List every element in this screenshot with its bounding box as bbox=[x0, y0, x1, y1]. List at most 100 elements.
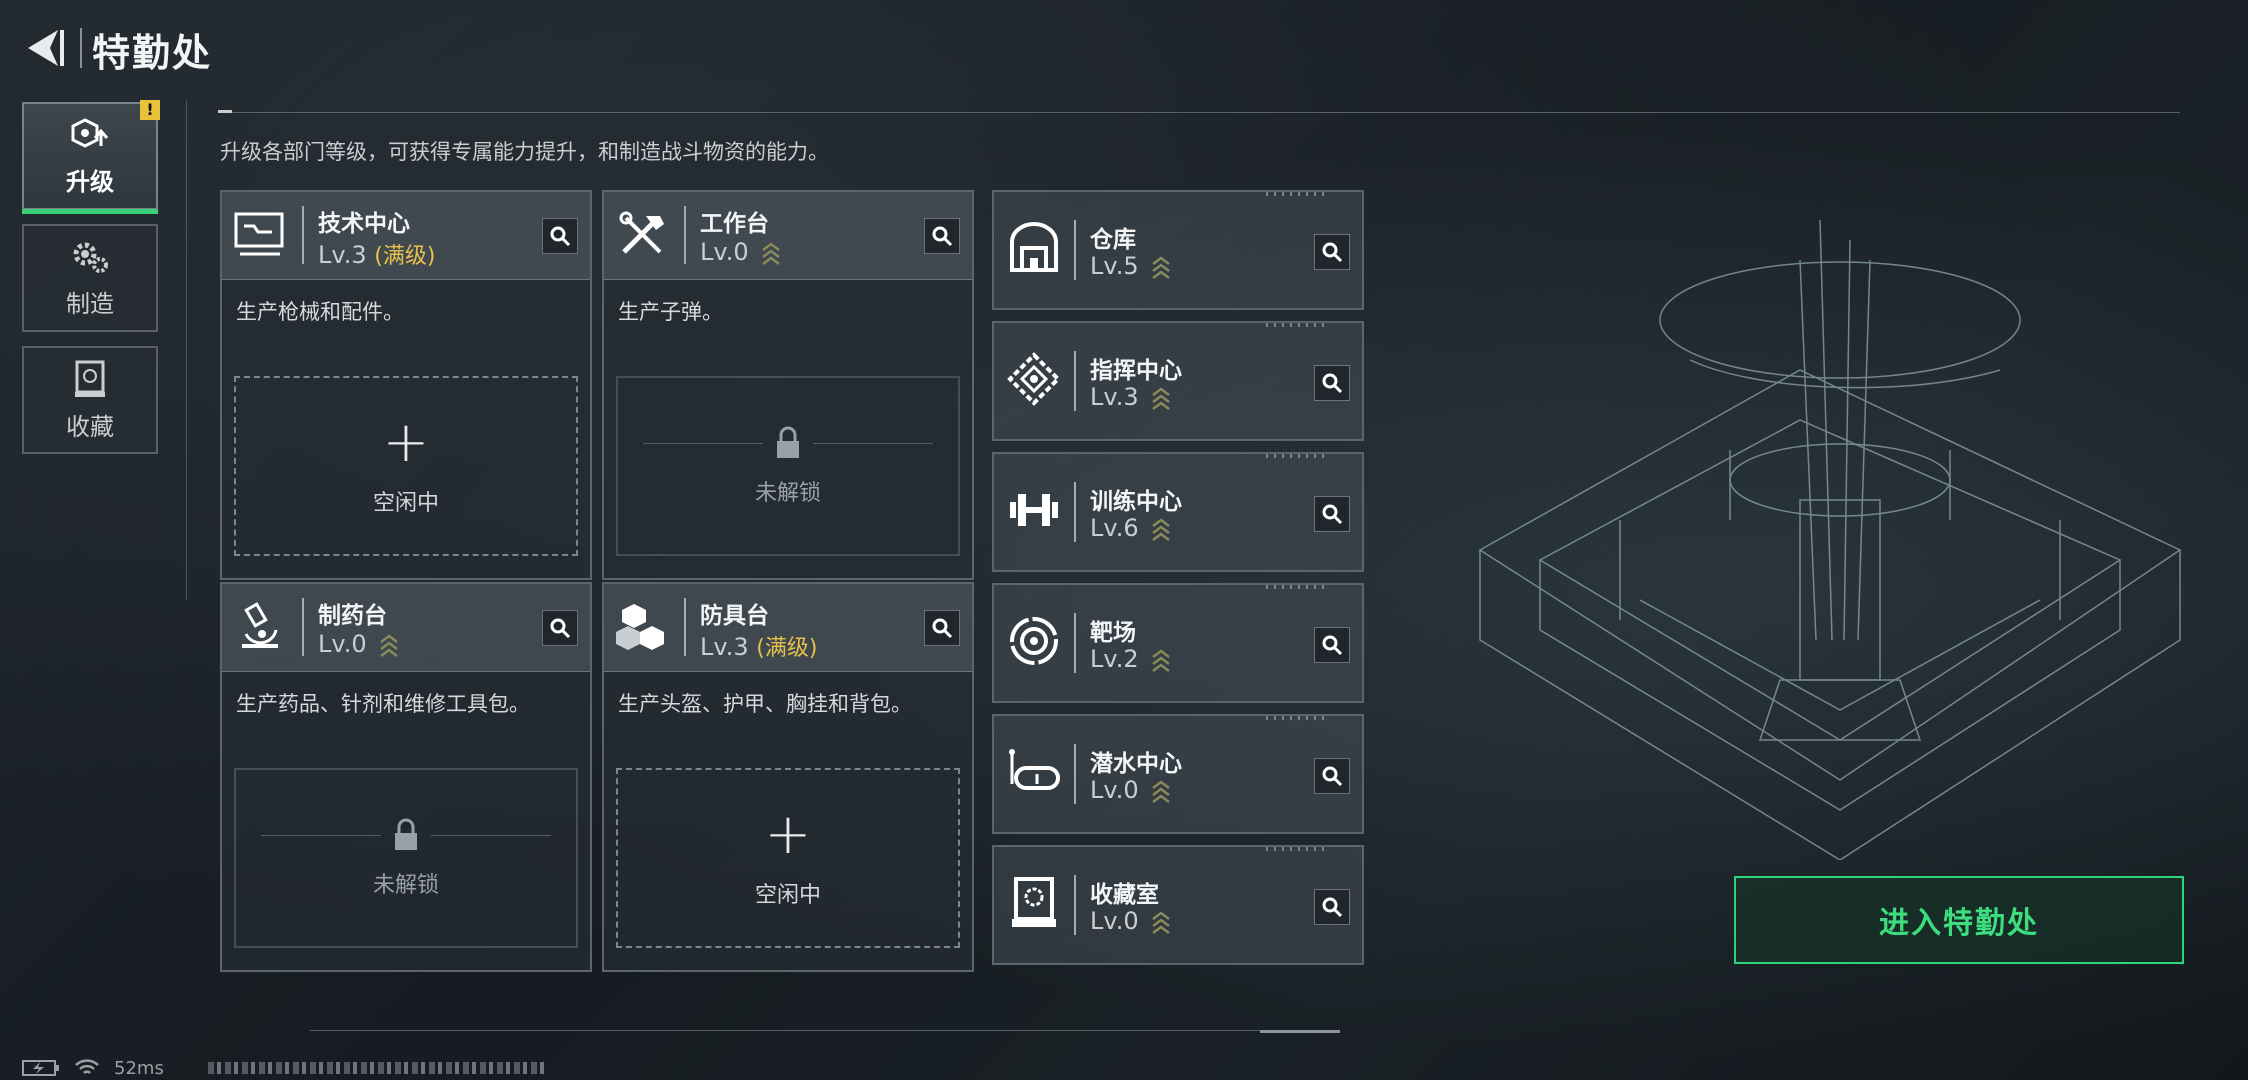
upgrade-chevron-icon bbox=[1152, 387, 1170, 410]
facility-card-collection-room[interactable]: 收藏室 Lv.0 bbox=[992, 845, 1364, 965]
inspect-button[interactable] bbox=[1314, 627, 1350, 663]
back-arrow-icon bbox=[28, 30, 64, 66]
tab-craft[interactable]: 制造 bbox=[22, 224, 158, 332]
slot-status: 空闲中 bbox=[372, 491, 439, 516]
department-card-armor-bench[interactable]: 防具台 Lv.3 (满级) 生产头盔、护甲、胸挂和背包。 + 空闲中 bbox=[602, 582, 974, 972]
department-name: 工作台 bbox=[700, 211, 769, 237]
department-card-workbench[interactable]: 工作台 Lv.0 生产子弹。 未解锁 bbox=[602, 190, 974, 580]
facility-name: 指挥中心 bbox=[1090, 358, 1182, 384]
facility-card-training-center[interactable]: 训练中心 Lv.6 bbox=[992, 452, 1364, 572]
inspect-button[interactable] bbox=[924, 218, 960, 254]
department-level: Lv.0 bbox=[700, 238, 782, 266]
department-card-pharmacy[interactable]: 制药台 Lv.0 生产药品、针剂和维修工具包。 未解锁 bbox=[220, 582, 592, 972]
collection-case-icon bbox=[75, 360, 105, 397]
microscope-icon bbox=[242, 602, 278, 648]
facility-name: 训练中心 bbox=[1090, 489, 1182, 515]
level-value: Lv.3 bbox=[700, 633, 749, 661]
dumbbell-icon bbox=[1010, 494, 1058, 526]
upgrade-chevron-icon bbox=[1152, 256, 1170, 279]
production-slot: 未解锁 bbox=[234, 768, 578, 948]
card-divider bbox=[302, 206, 304, 264]
department-level: Lv.0 bbox=[318, 630, 400, 658]
inspect-button[interactable] bbox=[1314, 234, 1350, 270]
wifi-icon bbox=[75, 1059, 99, 1074]
facility-level: Lv.5 bbox=[1090, 252, 1172, 280]
plus-icon: + bbox=[382, 410, 430, 475]
facility-level: Lv.3 bbox=[1090, 383, 1172, 411]
inspect-button[interactable] bbox=[1314, 889, 1350, 925]
card-divider bbox=[684, 206, 686, 264]
magnifier-icon bbox=[550, 618, 571, 639]
production-slot[interactable]: + 空闲中 bbox=[234, 376, 578, 556]
department-name: 防具台 bbox=[700, 603, 769, 629]
level-value: Lv.3 bbox=[1090, 383, 1139, 411]
lock-icon bbox=[777, 426, 799, 458]
inspect-button[interactable] bbox=[1314, 365, 1350, 401]
inspect-button[interactable] bbox=[924, 610, 960, 646]
department-description: 生产子弹。 bbox=[618, 300, 723, 324]
enter-button-label: 进入特勤处 bbox=[1879, 906, 2039, 941]
page-title: 特勤处 bbox=[92, 31, 213, 75]
card-header: 技术中心 Lv.3 (满级) bbox=[222, 192, 590, 280]
obscured-user-id bbox=[207, 1062, 548, 1074]
department-description: 生产头盔、护甲、胸挂和背包。 bbox=[618, 692, 912, 716]
slot-status: 空闲中 bbox=[754, 883, 821, 908]
facility-card-shooting-range[interactable]: 靶场 Lv.2 bbox=[992, 583, 1364, 703]
card-header: 工作台 Lv.0 bbox=[604, 192, 972, 280]
divider-mark bbox=[218, 110, 232, 113]
magnifier-icon bbox=[1322, 766, 1343, 787]
inspect-button[interactable] bbox=[1314, 496, 1350, 532]
magnifier-icon bbox=[932, 226, 953, 247]
department-card-tech-center[interactable]: 技术中心 Lv.3 (满级) 生产枪械和配件。 + 空闲中 bbox=[220, 190, 592, 580]
level-value: Lv.5 bbox=[1090, 252, 1139, 280]
facility-name: 靶场 bbox=[1090, 620, 1136, 646]
diving-mask-icon bbox=[1009, 749, 1060, 790]
enter-special-ops-button[interactable]: 进入特勤处 bbox=[1734, 876, 2184, 964]
level-value: Lv.0 bbox=[700, 238, 749, 266]
bottom-divider-mark bbox=[1260, 1030, 1340, 1033]
magnifier-icon bbox=[550, 226, 571, 247]
upgrade-chevron-icon bbox=[380, 634, 398, 657]
upgrade-chevron-icon bbox=[1152, 518, 1170, 541]
inspect-button[interactable] bbox=[542, 610, 578, 646]
gears-icon bbox=[73, 242, 108, 273]
card-header: 制药台 Lv.0 bbox=[222, 584, 590, 672]
facility-name: 仓库 bbox=[1090, 227, 1136, 253]
inspect-button[interactable] bbox=[1314, 758, 1350, 794]
level-value: Lv.3 bbox=[318, 241, 367, 269]
facility-card-command-center[interactable]: 指挥中心 Lv.3 bbox=[992, 321, 1364, 441]
production-slot[interactable]: + 空闲中 bbox=[616, 768, 960, 948]
upgrade-chevron-icon bbox=[1152, 649, 1170, 672]
upgrade-icon bbox=[71, 117, 109, 148]
bottom-divider bbox=[310, 1030, 1340, 1031]
section-description: 升级各部门等级，可获得专属能力提升，和制造战斗物资的能力。 bbox=[220, 140, 829, 164]
department-description: 生产药品、针剂和维修工具包。 bbox=[236, 692, 530, 716]
back-button[interactable] bbox=[22, 26, 66, 70]
computer-icon bbox=[234, 212, 284, 256]
magnifier-icon bbox=[1322, 373, 1343, 394]
facility-card-diving-center[interactable]: 潜水中心 Lv.0 bbox=[992, 714, 1364, 834]
command-center-icon bbox=[1007, 352, 1061, 406]
content-guide-line bbox=[186, 100, 187, 600]
department-name: 制药台 bbox=[318, 603, 387, 629]
magnifier-icon bbox=[932, 618, 953, 639]
department-description: 生产枪械和配件。 bbox=[236, 300, 404, 324]
department-name: 技术中心 bbox=[318, 211, 410, 237]
facility-card-warehouse[interactable]: 仓库 Lv.5 bbox=[992, 190, 1364, 310]
target-icon bbox=[1010, 617, 1058, 665]
tab-collection[interactable]: 收藏 bbox=[22, 346, 158, 454]
level-value: Lv.6 bbox=[1090, 514, 1139, 542]
upgrade-chevron-icon bbox=[1152, 911, 1170, 934]
magnifier-icon bbox=[1322, 635, 1343, 656]
armor-cubes-icon bbox=[616, 604, 664, 650]
facility-wireframe-illustration bbox=[1478, 220, 2182, 860]
department-level: Lv.3 (满级) bbox=[700, 630, 817, 662]
alert-badge: ! bbox=[140, 100, 160, 120]
tab-craft-label: 制造 bbox=[66, 289, 114, 318]
battery-charging-icon bbox=[22, 1060, 59, 1076]
tab-upgrade[interactable]: 升级 ! bbox=[22, 100, 160, 214]
magnifier-icon bbox=[1322, 242, 1343, 263]
inspect-button[interactable] bbox=[542, 218, 578, 254]
max-level-label: (满级) bbox=[374, 244, 436, 269]
facility-level: Lv.2 bbox=[1090, 645, 1172, 673]
